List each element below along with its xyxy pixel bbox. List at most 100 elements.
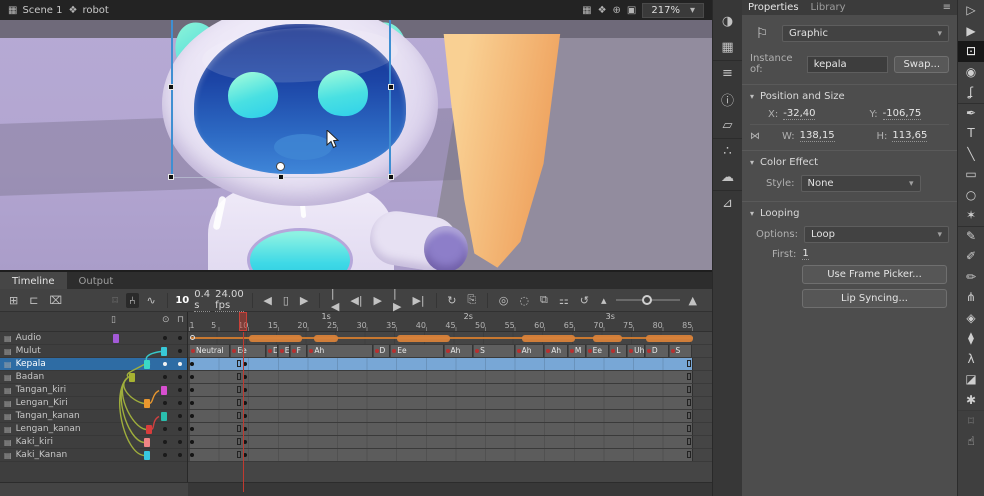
first-frame-value[interactable]: 1 (802, 248, 808, 260)
lipsync-keyframe-D[interactable]: D (646, 345, 669, 357)
keyframe-frame-1[interactable] (190, 453, 194, 457)
layer-visibility-dot[interactable] (163, 375, 167, 379)
panel-icon-cc-libraries[interactable]: ☁ (713, 164, 742, 190)
tab-timeline[interactable]: Timeline (0, 272, 67, 289)
keyframe-frame-1[interactable] (190, 440, 194, 444)
y-value[interactable]: -106,75 (883, 108, 922, 120)
lipsync-keyframe-S[interactable]: S (474, 345, 514, 357)
loop-playback-button[interactable]: ↻ (444, 293, 459, 308)
panel-icon-color[interactable]: ◑ (713, 8, 742, 34)
zoom-slider-knob[interactable] (642, 295, 652, 305)
tool-pen[interactable]: ✒ (958, 103, 984, 124)
lipsync-keyframe-Ah[interactable]: Ah (516, 345, 545, 357)
parenting-bar-Kaki_Kanan[interactable] (144, 451, 150, 460)
camera-toggle-button[interactable]: ⌑ (109, 293, 121, 308)
lipsync-keyframe-S[interactable]: S (670, 345, 693, 357)
onion-skin-button[interactable]: ◎ (496, 293, 512, 308)
lip-syncing-button[interactable]: Lip Syncing... (802, 289, 947, 308)
tool-polystar[interactable]: ✶ (958, 205, 984, 226)
panel-icon-motion-editor[interactable]: ⊿ (713, 190, 742, 216)
empty-keyframe-marker[interactable] (237, 425, 241, 432)
frame-span-Kepala[interactable] (190, 358, 693, 370)
layer-name[interactable]: Audio (16, 333, 42, 343)
edit-symbols-button[interactable]: ❖ (598, 5, 607, 16)
new-folder-button[interactable]: ⊏ (26, 293, 41, 308)
layer-row-Kepala[interactable]: ▤Kepala (0, 358, 187, 371)
tool-text[interactable]: T (958, 123, 984, 144)
tab-library[interactable]: Library (811, 2, 846, 13)
frame-row-Lengan_kanan[interactable] (188, 423, 712, 436)
span-end-marker[interactable] (687, 360, 691, 367)
span-end-marker[interactable] (687, 386, 691, 393)
use-frame-picker-button[interactable]: Use Frame Picker... (802, 265, 947, 284)
graph-editor-button[interactable]: ∿ (144, 293, 159, 308)
frame-span-Lengan_Kiri[interactable] (190, 397, 693, 409)
transform-handle-bottom-right[interactable] (388, 174, 394, 180)
frame-row-Lengan_Kiri[interactable] (188, 397, 712, 410)
parenting-bar-Mulut[interactable] (161, 347, 167, 356)
prev-frame-button[interactable]: ◀| (347, 293, 365, 308)
center-stage-button[interactable]: ⊕ (613, 5, 621, 16)
parenting-bar-Tangan_kanan[interactable] (161, 412, 167, 421)
play-button[interactable]: ▶ (371, 293, 385, 308)
layer-visibility-dot[interactable] (163, 440, 167, 444)
stage-zoom-select[interactable]: 217% ▾ (642, 3, 704, 18)
keyframe-frame-1[interactable] (190, 362, 194, 366)
layer-row-Mulut[interactable]: ▤Mulut (0, 345, 187, 358)
tool-eyedropper[interactable]: λ (958, 349, 984, 370)
empty-keyframe-marker[interactable] (237, 360, 241, 367)
playhead-marker[interactable] (239, 312, 247, 331)
transform-handle-bottom-left[interactable] (168, 174, 174, 180)
frame-rate-value[interactable]: 24.00 fps (215, 289, 244, 312)
new-layer-button[interactable]: ⊞ (6, 293, 21, 308)
span-end-marker[interactable] (687, 451, 691, 458)
frame-row-Kaki_kiri[interactable] (188, 436, 712, 449)
parenting-bar-Kaki_kiri[interactable] (144, 438, 150, 447)
lipsync-keyframe-D[interactable]: D (267, 345, 278, 357)
layer-lock-dot[interactable] (178, 375, 182, 379)
stage-canvas[interactable] (0, 20, 712, 270)
layer-row-Kaki_kiri[interactable]: ▤Kaki_kiri (0, 436, 187, 449)
breadcrumb-scene[interactable]: ▦ Scene 1 (8, 5, 62, 16)
panel-icon-info[interactable]: ⓘ (713, 86, 742, 112)
panel-icon-transform[interactable]: ▱ (713, 112, 742, 138)
tool-camera[interactable]: ⌑ (958, 410, 984, 431)
empty-keyframe-marker[interactable] (237, 386, 241, 393)
lipsync-keyframe-Ee[interactable]: Ee (279, 345, 290, 357)
loop-options-dropdown[interactable]: Loop ▾ (804, 226, 949, 243)
zoom-out-frames-button[interactable]: ▴ (598, 293, 610, 308)
layer-name[interactable]: Kaki_Kanan (16, 450, 68, 460)
lock-column-lock-icon[interactable]: ⊓ (177, 315, 184, 325)
audio-keyframe[interactable] (190, 335, 195, 340)
frame-span-Lengan_kanan[interactable] (190, 423, 693, 435)
w-value[interactable]: 138,15 (800, 130, 835, 142)
keyframe-frame-1[interactable] (190, 414, 194, 418)
lipsync-keyframe-Ah[interactable]: Ah (445, 345, 474, 357)
empty-keyframe-marker[interactable] (237, 399, 241, 406)
symbol-type-dropdown[interactable]: Graphic ▾ (782, 25, 949, 42)
tool-hand[interactable]: ☝ (958, 431, 984, 452)
tool-eraser[interactable]: ◪ (958, 369, 984, 390)
h-value[interactable]: 113,65 (892, 130, 927, 142)
panel-icon-align[interactable]: ≡ (713, 60, 742, 86)
panel-icon-brush-library[interactable]: ∴ (713, 138, 742, 164)
selection-bounding-box[interactable] (171, 20, 391, 178)
tab-output[interactable]: Output (67, 272, 126, 289)
span-end-marker[interactable] (687, 438, 691, 445)
frame-grid[interactable]: NeutralEeDEeFAhDEeAhSAhAhMEeLUhDS (188, 332, 712, 462)
x-value[interactable]: -32,40 (783, 108, 815, 120)
layer-lock-dot[interactable] (178, 414, 182, 418)
layer-name[interactable]: Badan (16, 372, 45, 382)
layer-name[interactable]: Kepala (16, 359, 46, 369)
tool-bone[interactable]: ⋔ (958, 287, 984, 308)
layer-name[interactable]: Mulut (16, 346, 41, 356)
instance-name-field[interactable]: kepala (807, 56, 889, 73)
tool-paint-bucket[interactable]: ◈ (958, 308, 984, 329)
frame-row-Mulut[interactable]: NeutralEeDEeFAhDEeAhSAhAhMEeLUhDS (188, 345, 712, 358)
style-dropdown[interactable]: None ▾ (801, 175, 921, 192)
scene-name[interactable]: Scene 1 (22, 5, 62, 16)
tool-classic-brush[interactable]: ✏ (958, 267, 984, 288)
frame-row-Audio[interactable] (188, 332, 712, 345)
keyframe-frame-1[interactable] (190, 388, 194, 392)
layer-visibility-dot[interactable] (163, 453, 167, 457)
